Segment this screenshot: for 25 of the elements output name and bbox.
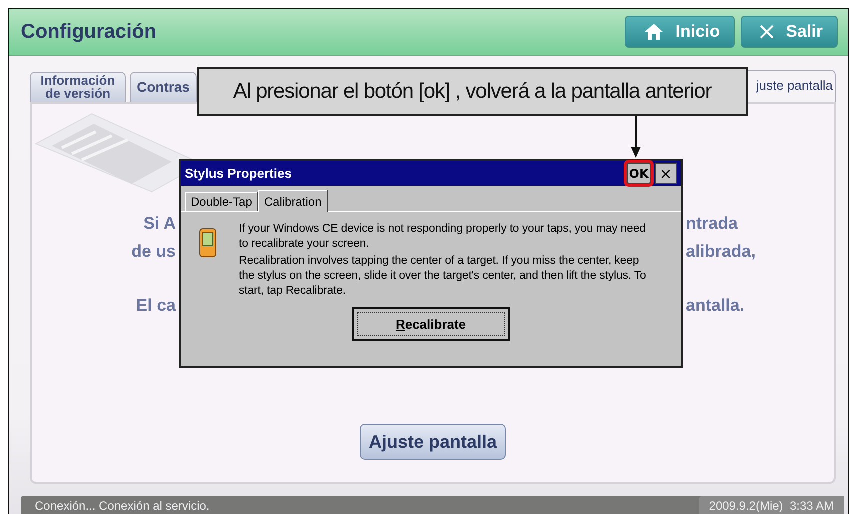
dialog-tab[interactable]: Calibration [258,190,328,212]
handheld-device-icon [199,228,217,258]
page-title: Configuración [21,20,157,44]
description-text: ntrada [686,214,738,234]
description-text: antalla. [686,296,745,316]
status-datetime: 2009.9.2(Mie) 3:33 AM [699,496,844,514]
description-text: Si A [142,214,176,234]
tab[interactable]: Información de versión [30,72,126,102]
status-message: Conexión... Conexión al servicio. [34,499,210,513]
recalibrate-button[interactable]: Recalibrate [352,307,510,341]
tab[interactable]: Contras [130,72,197,102]
dialog-tab[interactable]: Double-Tap [185,192,258,211]
adjust-screen-button[interactable]: Ajuste pantalla [360,424,506,460]
close-icon [760,25,774,39]
description-text: El ca [135,296,176,316]
callout-box: Al presionar el botón [ok] , volverá a la pantalla anterior [197,67,748,116]
dialog-text: Recalibration involves tapping the center of a target. If you miss the center, keep the stylus on the screen, slide it over the target's center, and then lift the stylus. To start, tap Recalibrate. [239,254,648,299]
dialog-text: If your Windows CE device is not responding properly to your taps, you may need to recalibrate your screen. [239,222,647,252]
home-icon [644,23,664,41]
description-text: alibrada, [686,242,756,262]
dialog-title: Stylus Properties [185,166,292,181]
ok-button[interactable]: OK [627,163,651,184]
close-button[interactable]: × [655,163,677,184]
arrow [630,116,642,159]
description-text: de us [130,242,176,262]
